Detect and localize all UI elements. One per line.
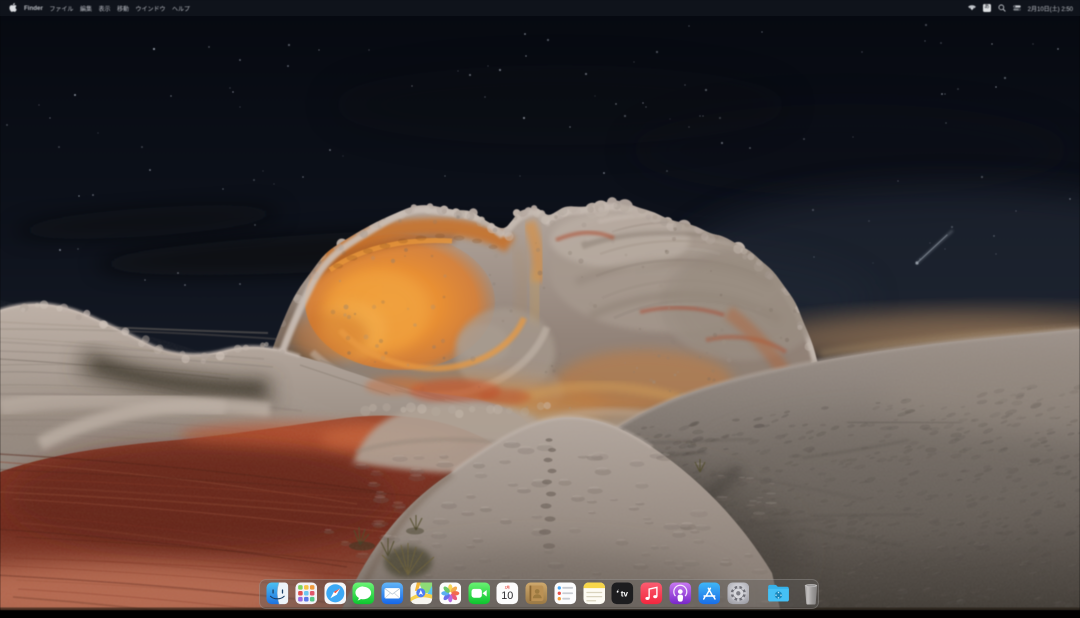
- svg-text:2月: 2月: [505, 585, 510, 590]
- svg-text:10: 10: [502, 590, 514, 602]
- svg-text:tv: tv: [621, 590, 629, 599]
